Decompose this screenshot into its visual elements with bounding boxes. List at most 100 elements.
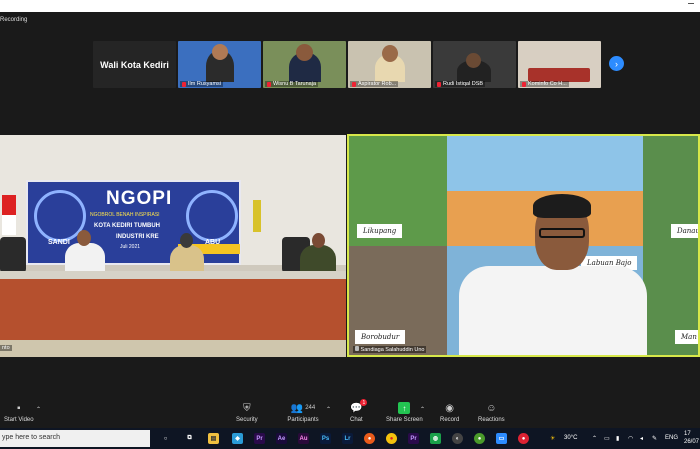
file-explorer-icon[interactable]: ▤ <box>208 433 219 444</box>
chrome-alt-icon[interactable]: ● <box>474 433 485 444</box>
window-title-bar <box>0 0 700 12</box>
record-icon: ◉ <box>445 402 455 414</box>
chevron-up-icon: ⌃ <box>326 407 332 413</box>
battery-icon[interactable]: ▮ <box>616 435 619 442</box>
participant-label: nto <box>0 345 12 351</box>
participants-options-chevron[interactable]: ⌃ <box>326 406 331 413</box>
share-screen-icon: ↑ <box>398 402 411 414</box>
premiere-pro-icon[interactable]: Pr <box>408 433 419 444</box>
zoom-icon[interactable]: ▭ <box>496 433 507 444</box>
cortana-icon[interactable]: ○ <box>160 433 171 444</box>
start-video-button[interactable]: ▪ Start Video <box>4 402 34 424</box>
chevron-up-icon: ⌃ <box>420 407 426 413</box>
security-button[interactable]: ⛨ Security <box>236 402 258 424</box>
gallery-tile[interactable]: Wali Kota Kediri <box>93 41 176 88</box>
participant-label: Ilm Rusyamsi <box>180 81 224 87</box>
gallery-strip: Wali Kota Kediri Ilm Rusyamsi Wisnu B Ta… <box>93 41 601 88</box>
premiere-icon[interactable]: Pr <box>254 433 265 444</box>
banner-line1: KOTA KEDIRI TUMBUH <box>94 223 160 229</box>
speaker-glasses <box>539 228 585 238</box>
volume-icon[interactable]: ◂ <box>640 435 643 442</box>
flag-red-white <box>2 195 16 235</box>
tag-borobudur: Borobudur <box>355 330 406 344</box>
taskbar-search-input[interactable]: ype here to search <box>0 430 150 447</box>
chat-button[interactable]: 💬 1 Chat <box>350 399 368 423</box>
temperature-label[interactable]: 30°C <box>564 435 577 441</box>
security-label: Security <box>236 417 258 423</box>
video-panel-active-speaker[interactable]: Likupang Danau Labuan Bajo Borobudur Man… <box>347 134 700 357</box>
gallery-tile[interactable]: Aspirator Rob... <box>348 41 431 88</box>
speaker-hair <box>533 194 591 218</box>
mic-icon <box>355 346 359 351</box>
speaker-shirt <box>459 266 647 355</box>
wifi-icon[interactable]: ◠ <box>628 435 633 442</box>
gallery-tile[interactable]: Ilm Rusyamsi <box>178 41 261 88</box>
chrome-icon[interactable]: ● <box>386 433 397 444</box>
lightroom-icon[interactable]: Lr <box>342 433 353 444</box>
tray-chevron-up-icon[interactable]: ⌃ <box>592 435 597 442</box>
record-button[interactable]: ◉ Record <box>440 402 460 424</box>
gallery-next-button[interactable]: › <box>609 56 624 71</box>
conference-table <box>0 275 346 345</box>
gallery-tile[interactable]: Rudi Istiqal DSB <box>433 41 516 88</box>
chevron-right-icon: › <box>615 58 618 69</box>
participant-head <box>212 44 228 60</box>
participant-label: Aspirator Rob... <box>350 81 399 87</box>
video-panel-left[interactable]: NGOPI NGOBROL BENAH INSPIRASI KOTA KEDIR… <box>0 135 346 357</box>
reactions-label: Reactions <box>478 417 505 423</box>
mic-muted-icon <box>522 81 526 87</box>
person-seated <box>65 243 105 271</box>
video-off-icon: ▪ <box>17 402 21 414</box>
clock[interactable]: 17 26/07 <box>684 430 699 446</box>
photoshop-icon[interactable]: Ps <box>320 433 331 444</box>
participant-label: Rudi Istiqal DSB <box>435 81 486 87</box>
windows-taskbar: ype here to search ○ ⧉ ▤ ◆ Pr Ae Au Ps L… <box>0 428 700 449</box>
mic-muted-icon <box>182 81 186 87</box>
language-indicator[interactable]: ENG <box>665 435 678 441</box>
reactions-button[interactable]: ☺ Reactions <box>478 402 505 424</box>
participant-figure <box>528 68 590 82</box>
recording-indicator: Recording <box>0 17 28 23</box>
chair <box>0 237 26 273</box>
banner-line2: INDUSTRI KRE <box>116 234 159 240</box>
chat-icon: 💬 1 <box>350 399 368 414</box>
mic-muted-icon <box>352 81 356 87</box>
minimize-icon[interactable] <box>688 3 694 4</box>
person-head <box>77 230 91 246</box>
gallery-tile[interactable]: Wisnu B Tarunaja <box>263 41 346 88</box>
app-icon[interactable]: ◆ <box>232 433 243 444</box>
pen-icon[interactable]: ✎ <box>652 435 657 442</box>
video-options-chevron[interactable]: ⌃ <box>36 406 41 413</box>
firefox-icon[interactable]: ● <box>364 433 375 444</box>
participant-head <box>382 45 398 62</box>
weather-icon[interactable]: ☀ <box>550 435 555 442</box>
participant-label: Wisnu B Tarunaja <box>265 81 319 87</box>
banner-ring-right <box>186 190 238 242</box>
flag-yellow <box>253 200 261 232</box>
app-gray-icon[interactable]: ◐ <box>452 433 463 444</box>
participants-button[interactable]: 👥 244 Participants <box>286 402 320 424</box>
person-head <box>312 233 325 248</box>
table-top <box>0 271 346 279</box>
task-view-icon[interactable]: ⧉ <box>184 433 195 444</box>
share-screen-button[interactable]: ↑ Share Screen <box>386 402 423 423</box>
event-banner: NGOPI NGOBROL BENAH INSPIRASI KOTA KEDIR… <box>26 180 241 265</box>
record-label: Record <box>440 417 460 423</box>
banner-title: NGOPI <box>106 188 173 209</box>
network-icon[interactable]: ▭ <box>604 435 610 442</box>
audition-icon[interactable]: Au <box>298 433 309 444</box>
app-red-icon[interactable]: ● <box>518 433 529 444</box>
share-options-chevron[interactable]: ⌃ <box>420 406 425 413</box>
person-seated <box>170 245 204 271</box>
reaction-smiley-icon: ☺ <box>486 402 497 414</box>
gallery-tile[interactable]: Kominfo Co H... <box>518 41 601 88</box>
participant-name: Wali Kota Kediri <box>100 59 169 70</box>
mic-muted-icon <box>437 81 441 87</box>
person-seated <box>300 245 336 271</box>
participant-label: Kominfo Co H... <box>520 81 569 87</box>
banner-subtitle: NGOBROL BENAH INSPIRASI <box>90 212 160 218</box>
participants-icon: 👥 244 <box>290 402 316 414</box>
app-green-icon[interactable]: ◍ <box>430 433 441 444</box>
floor <box>0 340 346 357</box>
after-effects-icon[interactable]: Ae <box>276 433 287 444</box>
